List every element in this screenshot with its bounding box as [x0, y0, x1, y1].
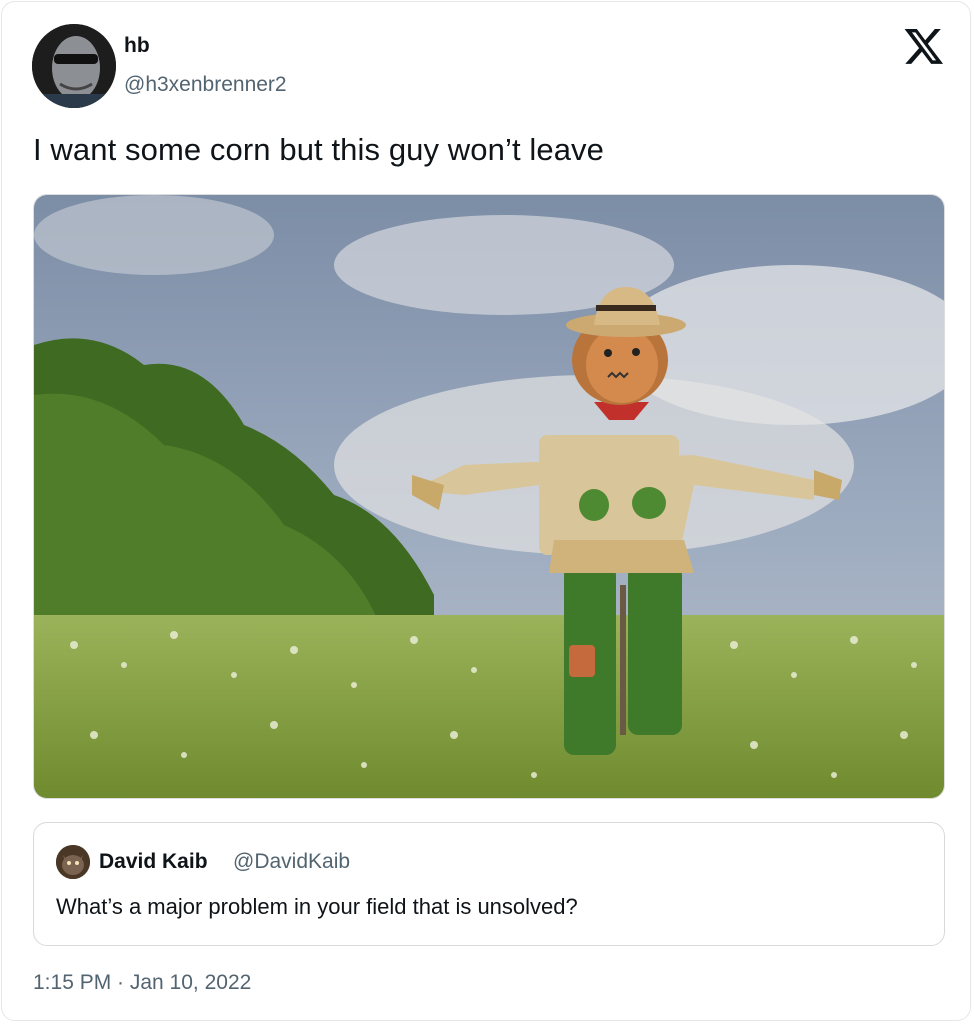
author-avatar[interactable]	[32, 24, 116, 108]
tweet-text: I want some corn but this guy won’t leav…	[33, 132, 604, 167]
tweet-timestamp[interactable]: 1:15 PM · Jan 10, 2022	[33, 971, 251, 995]
quoted-tweet-text: What’s a major problem in your field tha…	[56, 894, 578, 919]
tweet-card: hb @h3xenbrenner2 I want some corn but t…	[1, 1, 971, 1021]
x-logo-icon[interactable]	[903, 25, 945, 67]
author-handle[interactable]: @h3xenbrenner2	[124, 73, 287, 97]
author-name[interactable]: hb	[124, 34, 150, 58]
quoted-author-handle: @DavidKaib	[233, 850, 351, 873]
quoted-author-name: David Kaib	[99, 850, 208, 873]
quoted-tweet[interactable]: David Kaib @DavidKaib What’s a major pro…	[33, 822, 945, 946]
avatar-image	[32, 24, 116, 108]
scarecrow-photo	[34, 195, 944, 798]
quoted-author-avatar[interactable]	[56, 845, 90, 879]
tweet-photo[interactable]	[33, 194, 945, 799]
